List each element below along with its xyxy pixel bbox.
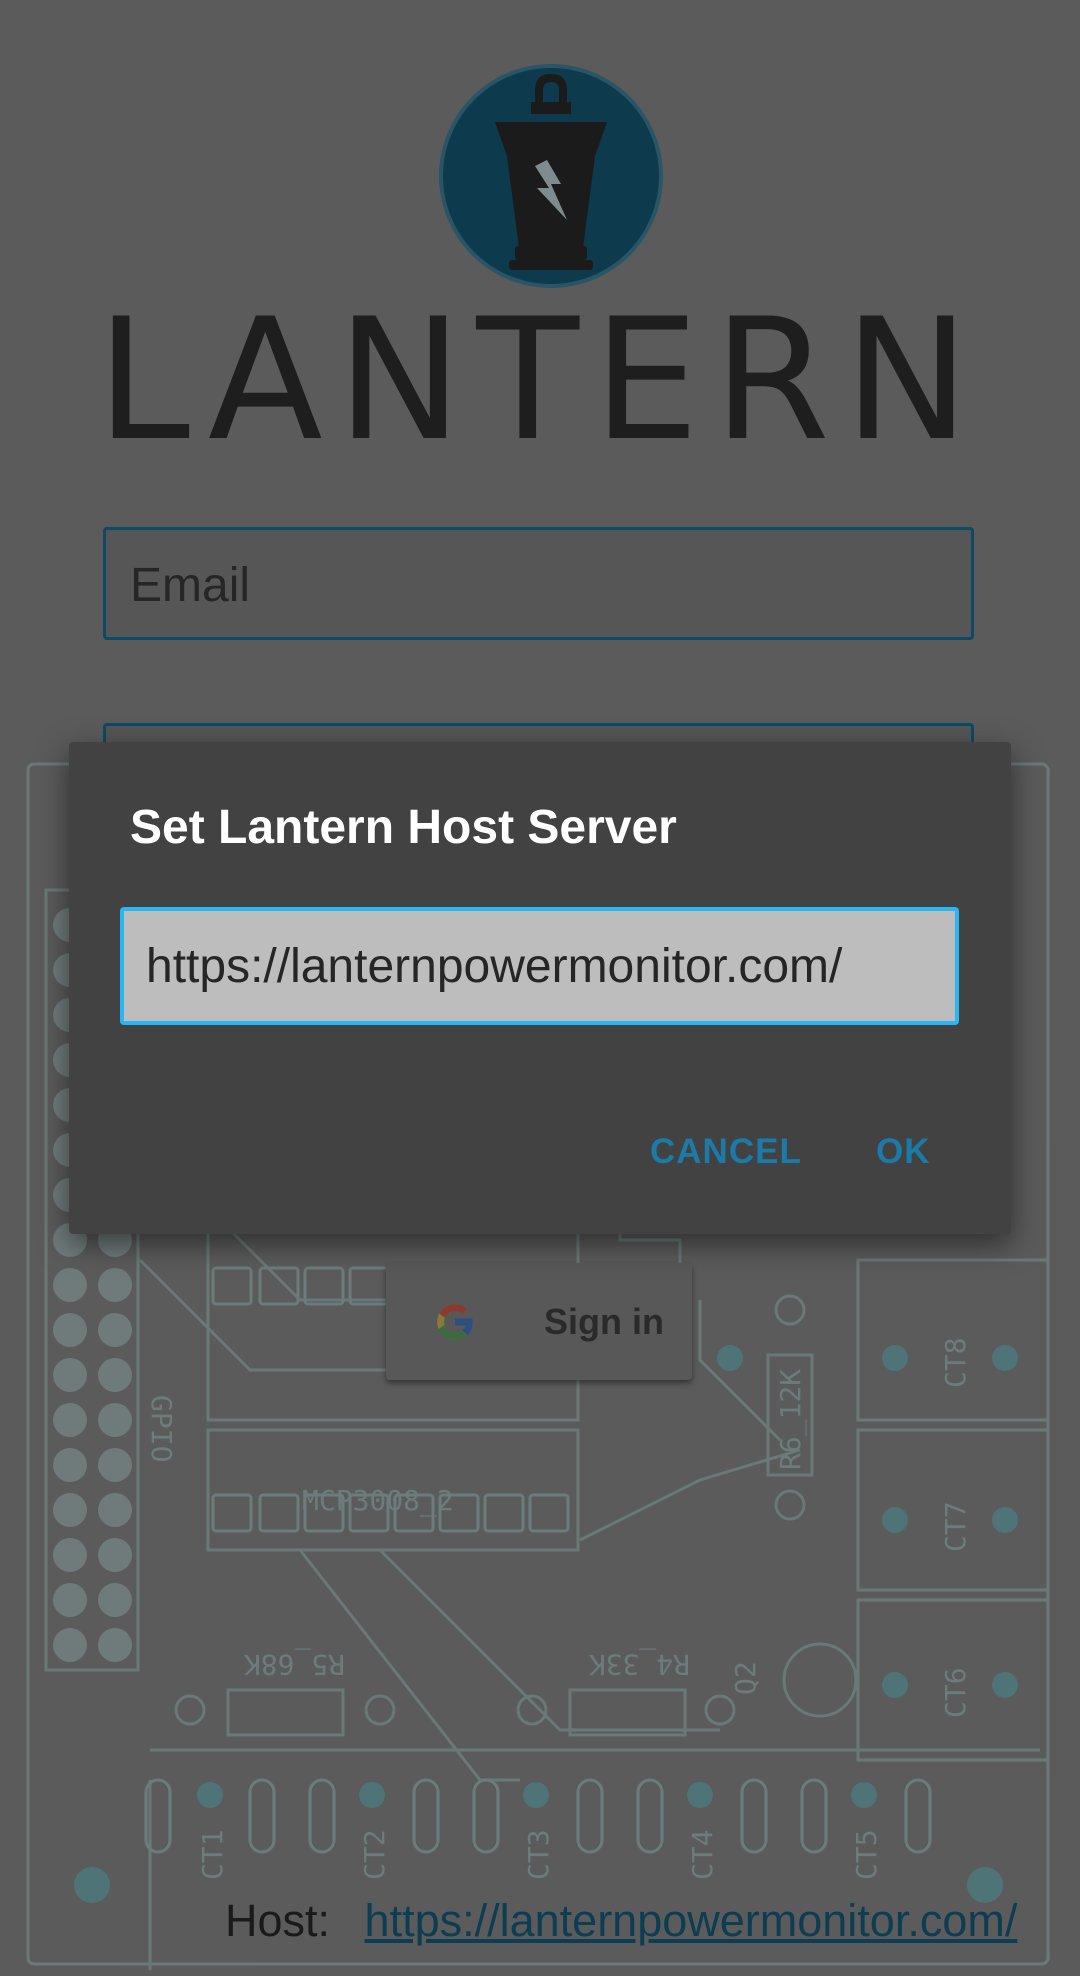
pcb-label-ct6: CT6 [939,1667,972,1718]
pcb-label-ct7: CT7 [939,1501,972,1552]
email-placeholder: Email [130,559,251,612]
google-sign-in-button[interactable]: Sign in [386,1263,692,1380]
host-url-link[interactable]: https://lanternpowermonitor.com/ [365,1895,1018,1946]
dialog-title: Set Lantern Host Server [130,801,677,854]
google-g-icon [437,1304,474,1340]
pcb-label-ct2: CT2 [358,1829,391,1880]
pcb-label-r4: R4_33K [589,1647,690,1681]
cancel-button[interactable]: CANCEL [650,1132,802,1172]
login-screen: GPIO MCP3008_2 R6_12K R5_68K R4_33K Q2 C… [0,0,1080,1976]
pcb-label-ct3: CT3 [522,1829,555,1880]
pcb-label-q2: Q2 [729,1661,762,1695]
host-row: Host: https://lanternpowermonitor.com/ [225,1895,1017,1947]
lantern-logo-icon [435,60,667,292]
email-field[interactable]: Email [103,527,974,640]
host-server-input[interactable] [120,907,959,1025]
pcb-label-r5: R5_68K [244,1647,345,1681]
brand-wordmark: LANTERN [96,282,984,478]
ok-button[interactable]: OK [876,1132,931,1172]
pcb-label-r6: R6_12K [774,1369,808,1470]
google-sign-in-label: Sign in [544,1301,664,1342]
host-label: Host: [225,1895,331,1946]
pcb-label-chip: MCP3008_2 [302,1484,454,1518]
pcb-label-ct8: CT8 [939,1337,972,1388]
pcb-label-ct4: CT4 [686,1829,719,1880]
pcb-label-ct1: CT1 [196,1829,229,1880]
pcb-label-ct5: CT5 [850,1829,883,1880]
pcb-label-gpio: GPIO [145,1395,178,1462]
set-host-server-dialog: Set Lantern Host Server CANCEL OK [69,742,1011,1234]
